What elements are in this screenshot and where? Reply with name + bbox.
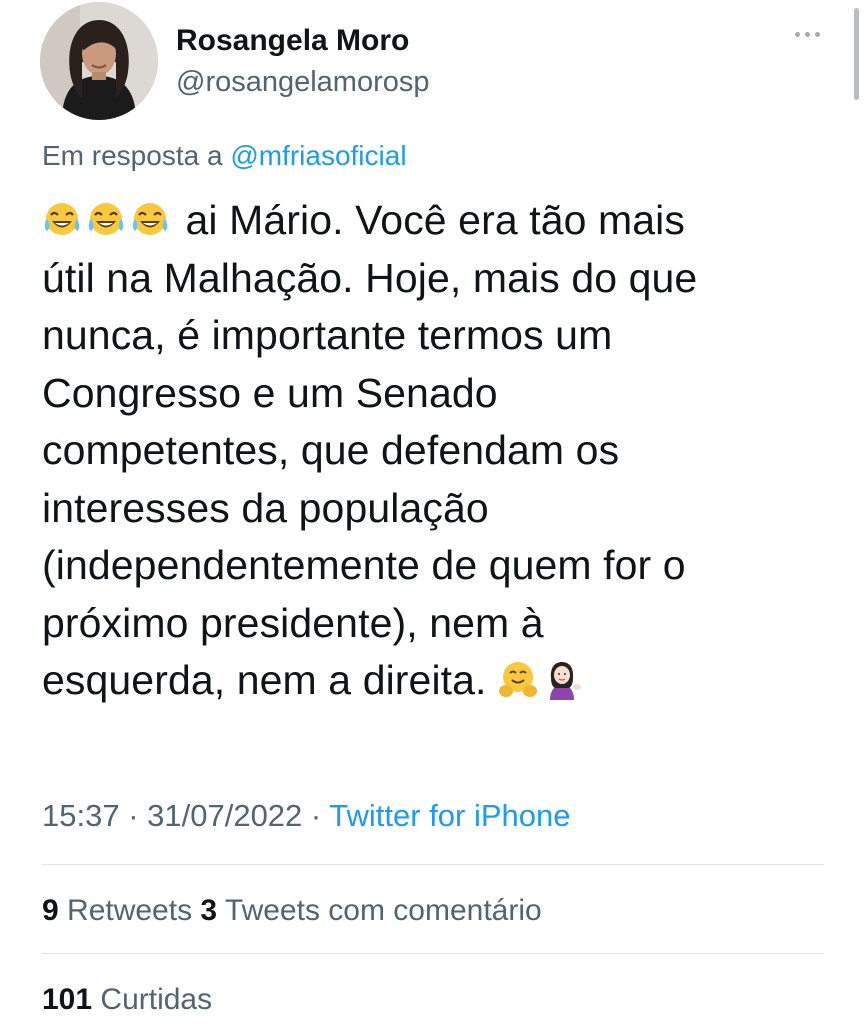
scrollbar[interactable] (854, 8, 859, 100)
retweets-count: 9 (42, 894, 59, 927)
avatar-photo (40, 2, 158, 120)
quote-tweets-stat[interactable]: 3 Tweets com comentário (200, 894, 541, 927)
dot-icon (795, 32, 800, 37)
tweet-detail-page: Rosangela Moro @rosangelamorosp Em respo… (0, 0, 865, 1024)
reply-mention-link[interactable]: @mfriasoficial (230, 140, 406, 171)
meta-separator: · (119, 798, 148, 833)
tweet-date[interactable]: 31/07/2022 (147, 798, 302, 833)
tweet-line: nunca, é importante termos um (42, 312, 613, 358)
tweet-meta: 15:37 · 31/07/2022 · Twitter for iPhone (42, 796, 571, 836)
tweet-line: competentes, que defendam os (42, 427, 620, 473)
tweet-line: (independentemente de quem for o (42, 542, 686, 588)
tweet-text: ai Mário. Você era tão mais útil na Malh… (42, 192, 822, 710)
dot-icon (815, 32, 820, 37)
likes-stat[interactable]: 101 Curtidas (42, 983, 212, 1016)
likes-stats: 101 Curtidas (42, 980, 212, 1020)
tipping-hand-woman-emoji-icon (542, 660, 582, 700)
tweet-source-link[interactable]: Twitter for iPhone (329, 798, 570, 833)
author-display-name[interactable]: Rosangela Moro (176, 22, 430, 60)
tweet-line: Congresso e um Senado (42, 369, 498, 416)
divider (42, 953, 824, 954)
hugging-emoji-icon (498, 660, 538, 700)
tweet-line: ai Mário. Você era tão mais (42, 192, 822, 250)
divider (42, 864, 824, 865)
dot-icon (805, 32, 810, 37)
likes-count: 101 (42, 983, 93, 1016)
quotes-count: 3 (200, 894, 218, 927)
tweet-line: próximo presidente), nem à (42, 599, 544, 646)
author-handle[interactable]: @rosangelamorosp (176, 63, 430, 101)
tweet-header: Rosangela Moro @rosangelamorosp (40, 2, 830, 126)
reply-context: Em resposta a @mfriasoficial (42, 138, 407, 174)
tweet-time[interactable]: 15:37 (42, 798, 120, 833)
reply-prefix: Em resposta a (42, 140, 231, 171)
more-options-icon[interactable] (795, 32, 820, 37)
engagement-stats: 9 Retweets 3 Tweets com comentário (42, 891, 542, 931)
tweet-line-text: esquerda, nem a direita. (42, 657, 487, 703)
likes-label: Curtidas (92, 983, 213, 1016)
retweets-label: Retweets (58, 894, 193, 927)
tweet-line-text: ai Mário. Você era tão mais (185, 197, 685, 243)
author-names: Rosangela Moro @rosangelamorosp (176, 22, 430, 101)
joy-emoji-icon (130, 200, 170, 240)
meta-separator: · (302, 798, 330, 833)
tweet-line: interesses da população (42, 484, 489, 531)
quotes-label: Tweets com comentário (217, 894, 542, 927)
tweet-line: esquerda, nem a direita. (42, 652, 822, 710)
avatar[interactable] (40, 2, 158, 120)
retweets-stat[interactable]: 9 Retweets (42, 894, 192, 927)
joy-emoji-icon (42, 200, 82, 240)
joy-emoji-icon (86, 200, 126, 240)
tweet-line: útil na Malhação. Hoje, mais do que (42, 254, 698, 301)
